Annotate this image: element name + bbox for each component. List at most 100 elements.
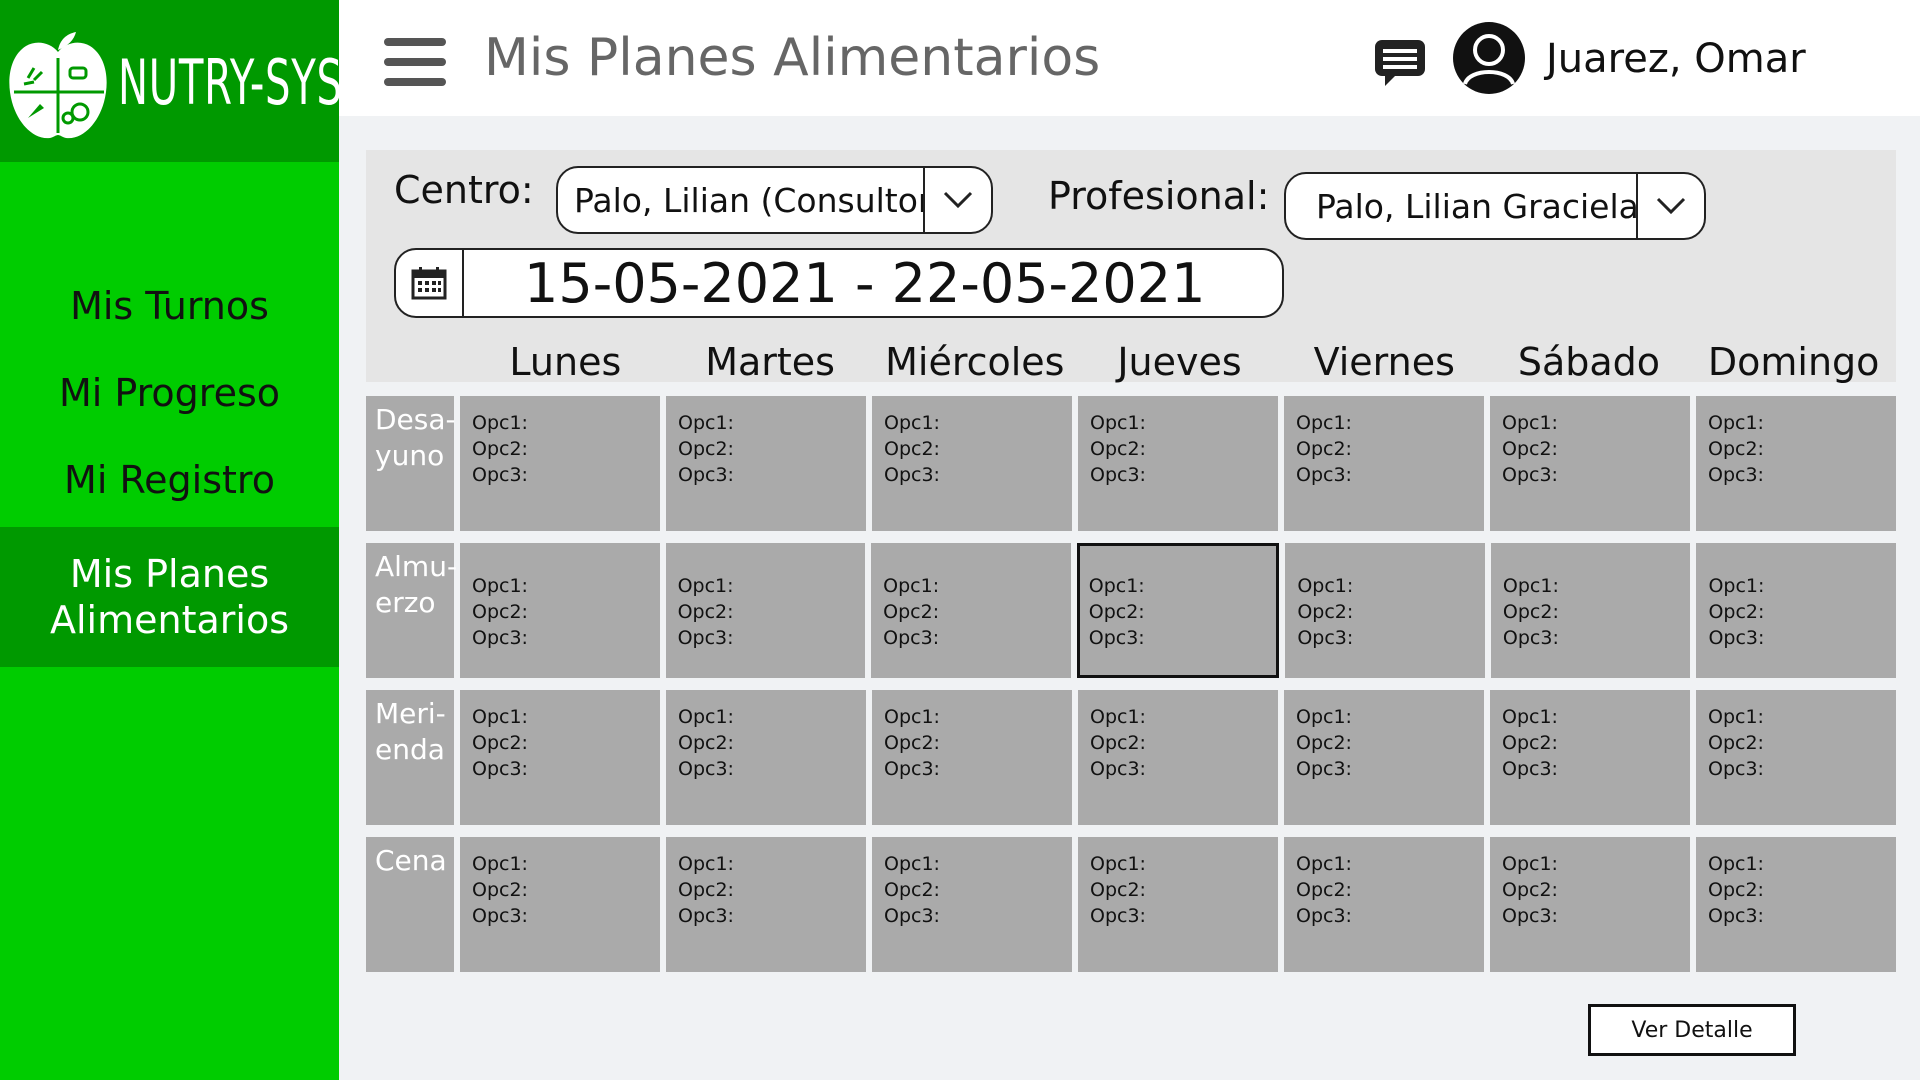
- option-line: Opc1:: [678, 412, 734, 434]
- user-avatar-icon[interactable]: [1451, 20, 1527, 96]
- option-line: Opc3:: [884, 905, 940, 927]
- meal-cell[interactable]: Opc1: Opc2: Opc3:: [872, 837, 1072, 972]
- day-header: Domingo: [1707, 340, 1880, 384]
- meal-plan-grid: Desa- yuno Opc1: Opc2: Opc3: Opc1: Opc2: Opc3:…: [366, 396, 1897, 984]
- option-line: Opc3:: [1708, 758, 1764, 780]
- option-line: Opc3:: [1297, 627, 1354, 649]
- meal-cell[interactable]: Opc1: Opc2: Opc3:: [666, 690, 866, 825]
- sidebar-nav: Mis Turnos Mi Progreso Mi Registro Mis P…: [0, 262, 339, 667]
- ver-detalle-button[interactable]: Ver Detalle: [1588, 1004, 1796, 1056]
- option-line: Opc3:: [1708, 464, 1764, 486]
- user-name: Juarez, Omar: [1546, 36, 1806, 82]
- option-line: Opc1:: [884, 706, 940, 728]
- meal-cell[interactable]: Opc1: Opc2: Opc3:: [666, 396, 866, 531]
- meal-cell[interactable]: Opc1: Opc2: Opc3:: [1490, 543, 1691, 678]
- option-line: Opc1:: [1090, 412, 1146, 434]
- hamburger-menu-icon[interactable]: [384, 38, 446, 86]
- option-line: Opc1:: [1296, 706, 1352, 728]
- option-line: Opc2:: [884, 732, 940, 754]
- option-line: Opc3:: [678, 464, 734, 486]
- option-line: Opc3:: [1708, 905, 1764, 927]
- meal-cell[interactable]: Opc1: Opc2: Opc3:: [1284, 396, 1484, 531]
- meal-cell[interactable]: Opc1: Opc2: Opc3:: [1696, 543, 1897, 678]
- meal-cell[interactable]: Opc1: Opc2: Opc3:: [1490, 396, 1690, 531]
- meal-cell[interactable]: Opc1: Opc2: Opc3:: [666, 837, 866, 972]
- date-range-picker[interactable]: 15-05-2021 - 22-05-2021: [394, 248, 1284, 318]
- option-line: Opc3:: [472, 627, 528, 649]
- meal-cell[interactable]: Opc1: Opc2: Opc3:: [665, 543, 866, 678]
- meal-cell[interactable]: Opc1: Opc2: Opc3:: [1076, 543, 1280, 678]
- option-line: Opc1:: [678, 853, 734, 875]
- option-line: Opc1:: [1708, 706, 1764, 728]
- page-title: Mis Planes Alimentarios: [484, 28, 1101, 88]
- option-line: Opc1:: [1708, 575, 1765, 597]
- sidebar: NUTRY-SYS Mis Turnos Mi Progreso Mi Regi…: [0, 0, 342, 1080]
- option-line: Opc3:: [1090, 464, 1146, 486]
- sidebar-item-mi-registro[interactable]: Mi Registro: [0, 436, 339, 523]
- centro-select[interactable]: Palo, Lilian (Consultorio): [556, 166, 993, 234]
- meal-cell[interactable]: Opc1: Opc2: Opc3:: [1078, 396, 1278, 531]
- option-line: Opc1:: [884, 853, 940, 875]
- sidebar-item-mis-turnos[interactable]: Mis Turnos: [0, 262, 339, 349]
- option-line: Opc3:: [883, 627, 940, 649]
- option-line: Opc2:: [883, 601, 940, 623]
- header: Mis Planes Alimentarios Juarez, Omar: [339, 0, 1920, 116]
- meal-cell[interactable]: Opc1: Opc2: Opc3:: [460, 690, 660, 825]
- meal-cell[interactable]: Opc1: Opc2: Opc3:: [1285, 543, 1485, 678]
- meal-cell[interactable]: Opc1: Opc2: Opc3:: [460, 396, 660, 531]
- app-logo[interactable]: NUTRY-SYS: [0, 0, 342, 162]
- meal-cell[interactable]: Opc1: Opc2: Opc3:: [1696, 690, 1896, 825]
- meal-cell[interactable]: Opc1: Opc2: Opc3:: [1078, 837, 1278, 972]
- option-line: Opc2:: [1502, 601, 1559, 623]
- meal-label: Meri- enda: [366, 690, 454, 825]
- meal-label: Cena: [366, 837, 454, 972]
- option-line: Opc3:: [1502, 627, 1559, 649]
- centro-label: Centro:: [394, 168, 534, 212]
- option-line: Opc2:: [1296, 732, 1352, 754]
- option-line: Opc2:: [1708, 438, 1764, 460]
- filter-panel: Centro: Palo, Lilian (Consultorio) Profe…: [366, 150, 1896, 384]
- meal-cell[interactable]: Opc1: Opc2: Opc3:: [1284, 690, 1484, 825]
- meal-cell[interactable]: Opc1: Opc2: Opc3:: [1490, 690, 1690, 825]
- day-header: Jueves: [1117, 340, 1242, 384]
- option-line: Opc1:: [1296, 412, 1352, 434]
- centro-value: Palo, Lilian (Consultorio): [574, 180, 923, 220]
- meal-cell[interactable]: Opc1: Opc2: Opc3:: [1284, 837, 1484, 972]
- meal-row: Cena Opc1: Opc2: Opc3: Opc1: Opc2: Opc3: Opc1: O…: [366, 837, 1896, 972]
- day-header: Viernes: [1313, 340, 1455, 384]
- option-line: Opc1:: [1297, 575, 1354, 597]
- option-line: Opc3:: [472, 464, 528, 486]
- meal-cell[interactable]: Opc1: Opc2: Opc3:: [871, 543, 1071, 678]
- profesional-value: Palo, Lilian Graciela: [1316, 186, 1636, 226]
- meal-cell[interactable]: Opc1: Opc2: Opc3:: [460, 837, 660, 972]
- option-line: Opc3:: [472, 905, 528, 927]
- calendar-icon[interactable]: [396, 250, 464, 316]
- option-line: Opc3:: [884, 464, 940, 486]
- meal-cell[interactable]: Opc1: Opc2: Opc3:: [460, 543, 660, 678]
- sidebar-item-mi-progreso[interactable]: Mi Progreso: [0, 349, 339, 436]
- option-line: Opc2:: [472, 601, 528, 623]
- meal-cell[interactable]: Opc1: Opc2: Opc3:: [872, 396, 1072, 531]
- sidebar-item-mis-planes-alimentarios[interactable]: Mis Planes Alimentarios: [0, 527, 339, 667]
- option-line: Opc1:: [678, 706, 734, 728]
- meal-cell[interactable]: Opc1: Opc2: Opc3:: [1696, 837, 1896, 972]
- option-line: Opc3:: [472, 758, 528, 780]
- chat-icon[interactable]: [1373, 38, 1427, 88]
- option-line: Opc1:: [1090, 706, 1146, 728]
- option-line: Opc2:: [1708, 879, 1764, 901]
- option-line: Opc1:: [1088, 575, 1145, 597]
- option-line: Opc1:: [472, 853, 528, 875]
- profesional-select[interactable]: Palo, Lilian Graciela: [1284, 172, 1706, 240]
- option-line: Opc2:: [1296, 879, 1352, 901]
- option-line: Opc3:: [678, 758, 734, 780]
- meal-cell[interactable]: Opc1: Opc2: Opc3:: [872, 690, 1072, 825]
- meal-cell[interactable]: Opc1: Opc2: Opc3:: [1078, 690, 1278, 825]
- apple-logo-icon: [9, 32, 107, 139]
- meal-cell[interactable]: Opc1: Opc2: Opc3:: [1696, 396, 1896, 531]
- option-line: Opc1:: [1090, 853, 1146, 875]
- meal-cell[interactable]: Opc1: Opc2: Opc3:: [1490, 837, 1690, 972]
- option-line: Opc2:: [678, 732, 734, 754]
- option-line: Opc3:: [1296, 464, 1352, 486]
- option-line: Opc1:: [1502, 575, 1559, 597]
- option-line: Opc2:: [1090, 732, 1146, 754]
